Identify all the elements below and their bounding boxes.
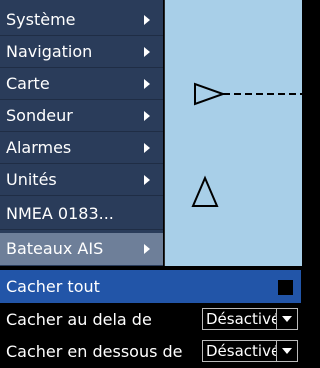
menu-item-alarmes[interactable]: Alarmes xyxy=(0,132,163,164)
menu-item-nmea-0183[interactable]: NMEA 0183... xyxy=(0,198,163,230)
menu-item-label: Unités xyxy=(6,170,57,189)
dropdown-value: Désactivé xyxy=(206,310,278,328)
menu-item-label: Bateaux AIS xyxy=(6,239,104,258)
hide-below-label: Cacher en dessous de xyxy=(6,342,183,361)
menu-item-carte[interactable]: Carte xyxy=(0,68,163,100)
hide-beyond-label: Cacher au dela de xyxy=(6,310,152,329)
boat-icon-heading xyxy=(194,82,226,106)
chevron-down-icon xyxy=(282,316,292,322)
submenu-arrow-icon xyxy=(144,111,150,121)
submenu-arrow-icon xyxy=(144,244,150,254)
submenu-arrow-icon xyxy=(144,79,150,89)
menu-item-unites[interactable]: Unités xyxy=(0,164,163,196)
submenu-arrow-icon xyxy=(144,175,150,185)
menu-item-label: Système xyxy=(6,10,76,29)
menu-item-systeme[interactable]: Système xyxy=(0,4,163,36)
chevron-down-icon xyxy=(282,348,292,354)
submenu-arrow-icon xyxy=(144,47,150,57)
ais-target-icon xyxy=(191,175,219,207)
menu-item-bateaux-ais[interactable]: Bateaux AIS xyxy=(0,233,163,265)
hide-beyond-dropdown[interactable]: Désactivé xyxy=(202,308,298,330)
menu-item-label: Navigation xyxy=(6,42,93,61)
submenu-arrow-icon xyxy=(144,143,150,153)
chart-symbols xyxy=(191,82,302,207)
menu-item-label: Carte xyxy=(6,74,50,93)
hide-below-row[interactable]: Cacher en dessous de Désactivé xyxy=(0,335,301,368)
menu-item-label: Sondeur xyxy=(6,106,73,125)
hide-all-row[interactable]: Cacher tout xyxy=(0,270,301,303)
chart-view[interactable] xyxy=(164,0,302,266)
hide-below-dropdown[interactable]: Désactivé xyxy=(202,340,298,362)
ais-submenu: Cacher tout Cacher au dela de Désactivé … xyxy=(0,266,301,368)
dropdown-button[interactable] xyxy=(276,341,297,361)
menu-item-label: Alarmes xyxy=(6,138,72,157)
hide-beyond-row[interactable]: Cacher au dela de Désactivé xyxy=(0,303,301,336)
menu-item-navigation[interactable]: Navigation xyxy=(0,36,163,68)
hide-all-checkbox[interactable] xyxy=(278,280,293,295)
dropdown-button[interactable] xyxy=(276,309,297,329)
hide-all-label: Cacher tout xyxy=(6,277,100,296)
divider xyxy=(0,195,163,196)
submenu-arrow-icon xyxy=(144,15,150,25)
menu-item-label: NMEA 0183... xyxy=(6,204,114,223)
divider xyxy=(0,229,163,230)
menu-item-sondeur[interactable]: Sondeur xyxy=(0,100,163,132)
main-menu: Système Navigation Carte Sondeur Alarmes… xyxy=(0,0,163,266)
dropdown-value: Désactivé xyxy=(206,342,278,360)
device-screen: Système Navigation Carte Sondeur Alarmes… xyxy=(0,0,302,368)
